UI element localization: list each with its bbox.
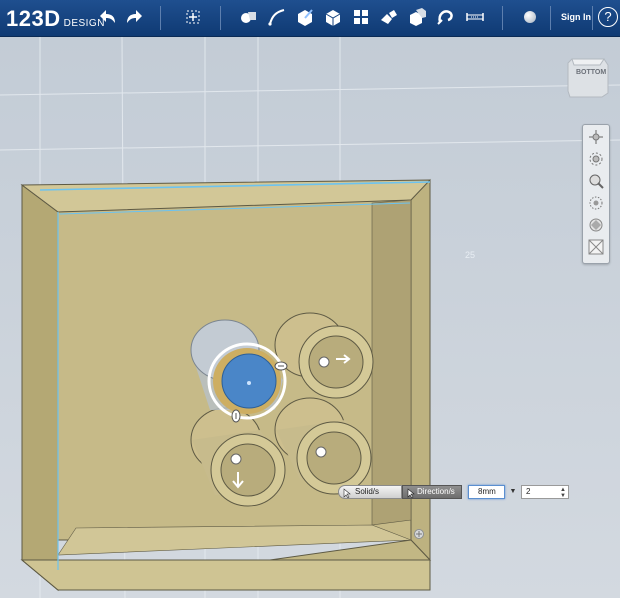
solids-selector-button[interactable]: Solid/s bbox=[338, 485, 402, 499]
redo-icon[interactable] bbox=[122, 5, 148, 29]
dimension-label: 25 bbox=[465, 250, 476, 260]
primitives-icon[interactable] bbox=[236, 5, 262, 29]
free-orbit-icon[interactable] bbox=[586, 193, 606, 213]
view-cube[interactable] bbox=[566, 55, 610, 101]
solids-label: Solid/s bbox=[355, 487, 380, 496]
box-left-face bbox=[21, 184, 59, 592]
fit-view-icon[interactable] bbox=[586, 237, 606, 257]
orbit-icon[interactable] bbox=[586, 149, 606, 169]
transform-icon[interactable] bbox=[180, 5, 206, 29]
toolbar-separator bbox=[550, 6, 551, 30]
undo-icon[interactable] bbox=[94, 5, 120, 29]
pattern-icon[interactable] bbox=[348, 5, 374, 29]
logo-main: 123D bbox=[6, 6, 61, 31]
toolbar-separator bbox=[592, 6, 593, 30]
ruler-icon[interactable] bbox=[462, 5, 488, 29]
box-right-rim bbox=[410, 178, 431, 562]
cursor-icon bbox=[407, 488, 415, 498]
scene-3d[interactable] bbox=[0, 37, 620, 598]
direction-selector-button[interactable]: Direction/s bbox=[402, 485, 462, 499]
count-value: 2 bbox=[526, 487, 531, 496]
help-icon[interactable]: ? bbox=[598, 7, 618, 27]
inner-right-wall bbox=[371, 199, 412, 526]
app-logo[interactable]: 123D DESIGN bbox=[6, 6, 105, 32]
resize-handle-right-icon[interactable] bbox=[274, 361, 288, 371]
zoom-icon[interactable] bbox=[586, 171, 606, 191]
count-stepper[interactable]: 2 ▲ ▼ bbox=[521, 485, 569, 499]
top-toolbar: 123D DESIGN Sign In ? bbox=[0, 0, 620, 37]
sign-in-link[interactable]: Sign In bbox=[561, 12, 591, 22]
grouping-icon[interactable] bbox=[376, 5, 402, 29]
origin-marker-icon bbox=[414, 529, 424, 539]
distance-input[interactable]: 8mm bbox=[468, 485, 505, 499]
view-cube-face-label[interactable]: BOTTOM bbox=[576, 69, 606, 76]
direction-label: Direction/s bbox=[417, 487, 455, 496]
stepper-arrows-icon[interactable]: ▲ ▼ bbox=[560, 487, 566, 499]
pattern-toolbar: Solid/s Direction/s 8mm ▼ 2 ▲ ▼ bbox=[338, 485, 578, 499]
sketch-icon[interactable] bbox=[264, 5, 290, 29]
material-icon[interactable] bbox=[517, 5, 543, 29]
distance-dropdown-icon[interactable]: ▼ bbox=[508, 485, 518, 499]
combine-icon[interactable] bbox=[404, 5, 430, 29]
toolbar-separator bbox=[220, 6, 221, 30]
modify-icon[interactable] bbox=[320, 5, 346, 29]
look-at-icon[interactable] bbox=[586, 215, 606, 235]
box-front-bottom bbox=[20, 559, 431, 591]
navigation-bar bbox=[582, 124, 610, 264]
viewport-canvas[interactable]: 25 bbox=[0, 37, 620, 598]
pan-icon[interactable] bbox=[586, 127, 606, 147]
toolbar-separator bbox=[502, 6, 503, 30]
construct-icon[interactable] bbox=[292, 5, 318, 29]
toolbar-separator bbox=[160, 6, 161, 30]
snap-icon[interactable] bbox=[432, 5, 458, 29]
resize-handle-bottom-icon[interactable] bbox=[231, 409, 241, 423]
cursor-icon bbox=[343, 488, 351, 498]
